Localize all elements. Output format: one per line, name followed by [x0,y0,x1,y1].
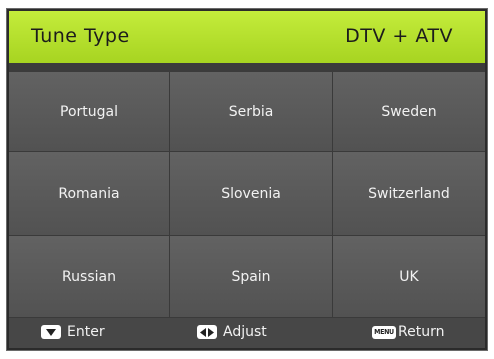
enter-label: Enter [67,324,105,340]
left-right-arrow-key-icon [197,325,217,339]
adjust-hint: Adjust [197,324,267,340]
country-grid: Portugal Serbia Sweden Romania Slovenia … [9,72,485,318]
country-cell[interactable]: Portugal [9,72,170,152]
country-cell[interactable]: Sweden [333,72,485,152]
country-cell[interactable]: UK [333,236,485,318]
country-cell[interactable]: Spain [170,236,333,318]
tune-type-title: Tune Type [31,25,130,47]
key-hint-bar: Enter Adjust MENU Return [9,318,485,348]
country-label: Serbia [228,103,274,120]
tune-type-value[interactable]: DTV + ATV [345,25,453,47]
country-label: Sweden [381,103,437,120]
country-label: Slovenia [221,185,281,202]
country-cell[interactable]: Romania [9,152,170,236]
country-cell[interactable]: Serbia [170,72,333,152]
down-arrow-key-icon [41,325,61,339]
country-label: Russian [62,268,116,285]
country-cell[interactable]: Slovenia [170,152,333,236]
return-label: Return [398,324,445,340]
return-hint: MENU Return [372,324,444,340]
country-cell[interactable]: Russian [9,236,170,318]
country-label: UK [399,268,419,285]
tune-type-header[interactable]: Tune Type DTV + ATV [9,11,485,63]
tune-type-dialog: Tune Type DTV + ATV Portugal Serbia Swed… [6,8,488,351]
header-separator [9,63,485,72]
country-label: Romania [58,185,120,202]
country-cell[interactable]: Switzerland [333,152,485,236]
enter-hint: Enter [41,324,105,340]
menu-key-icon: MENU [372,325,396,339]
adjust-label: Adjust [223,324,267,340]
country-label: Switzerland [368,185,450,202]
country-label: Portugal [60,103,118,120]
country-label: Spain [231,268,271,285]
